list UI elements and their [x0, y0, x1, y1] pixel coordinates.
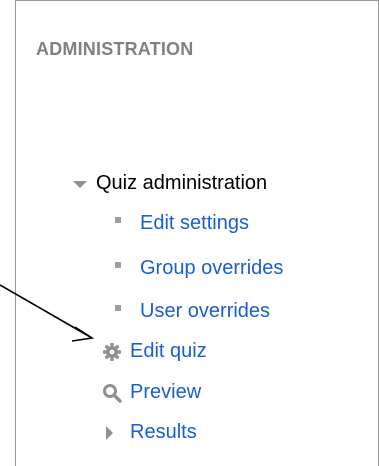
- callout-arrow: [0, 284, 95, 342]
